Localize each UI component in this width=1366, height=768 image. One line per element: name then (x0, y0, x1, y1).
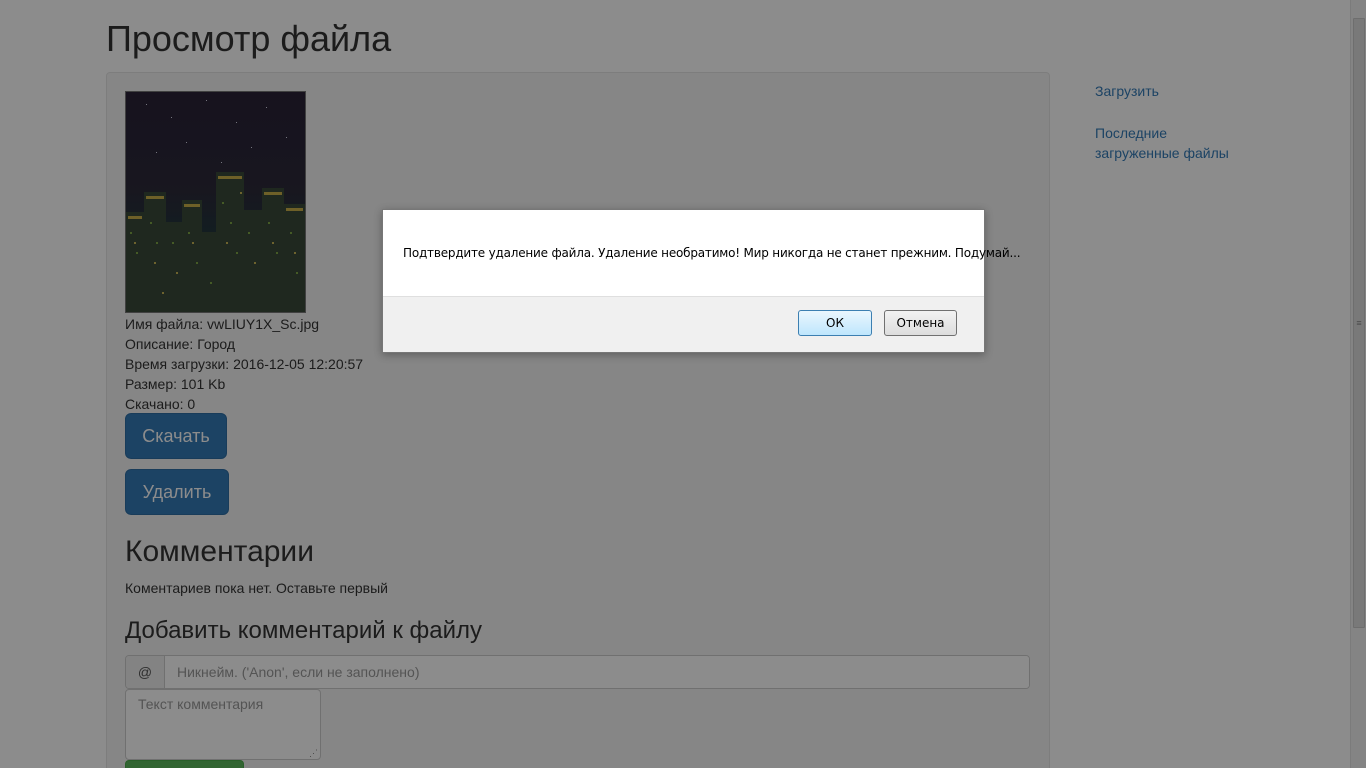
dialog-message: Подтвердите удаление файла. Удаление нео… (403, 246, 1021, 260)
cancel-button[interactable]: Отмена (884, 310, 957, 336)
ok-button[interactable]: ОК (798, 310, 872, 336)
confirm-dialog: Подтвердите удаление файла. Удаление нео… (382, 209, 1021, 353)
dialog-footer: ОК Отмена (383, 296, 984, 352)
modal-overlay (0, 0, 1366, 768)
